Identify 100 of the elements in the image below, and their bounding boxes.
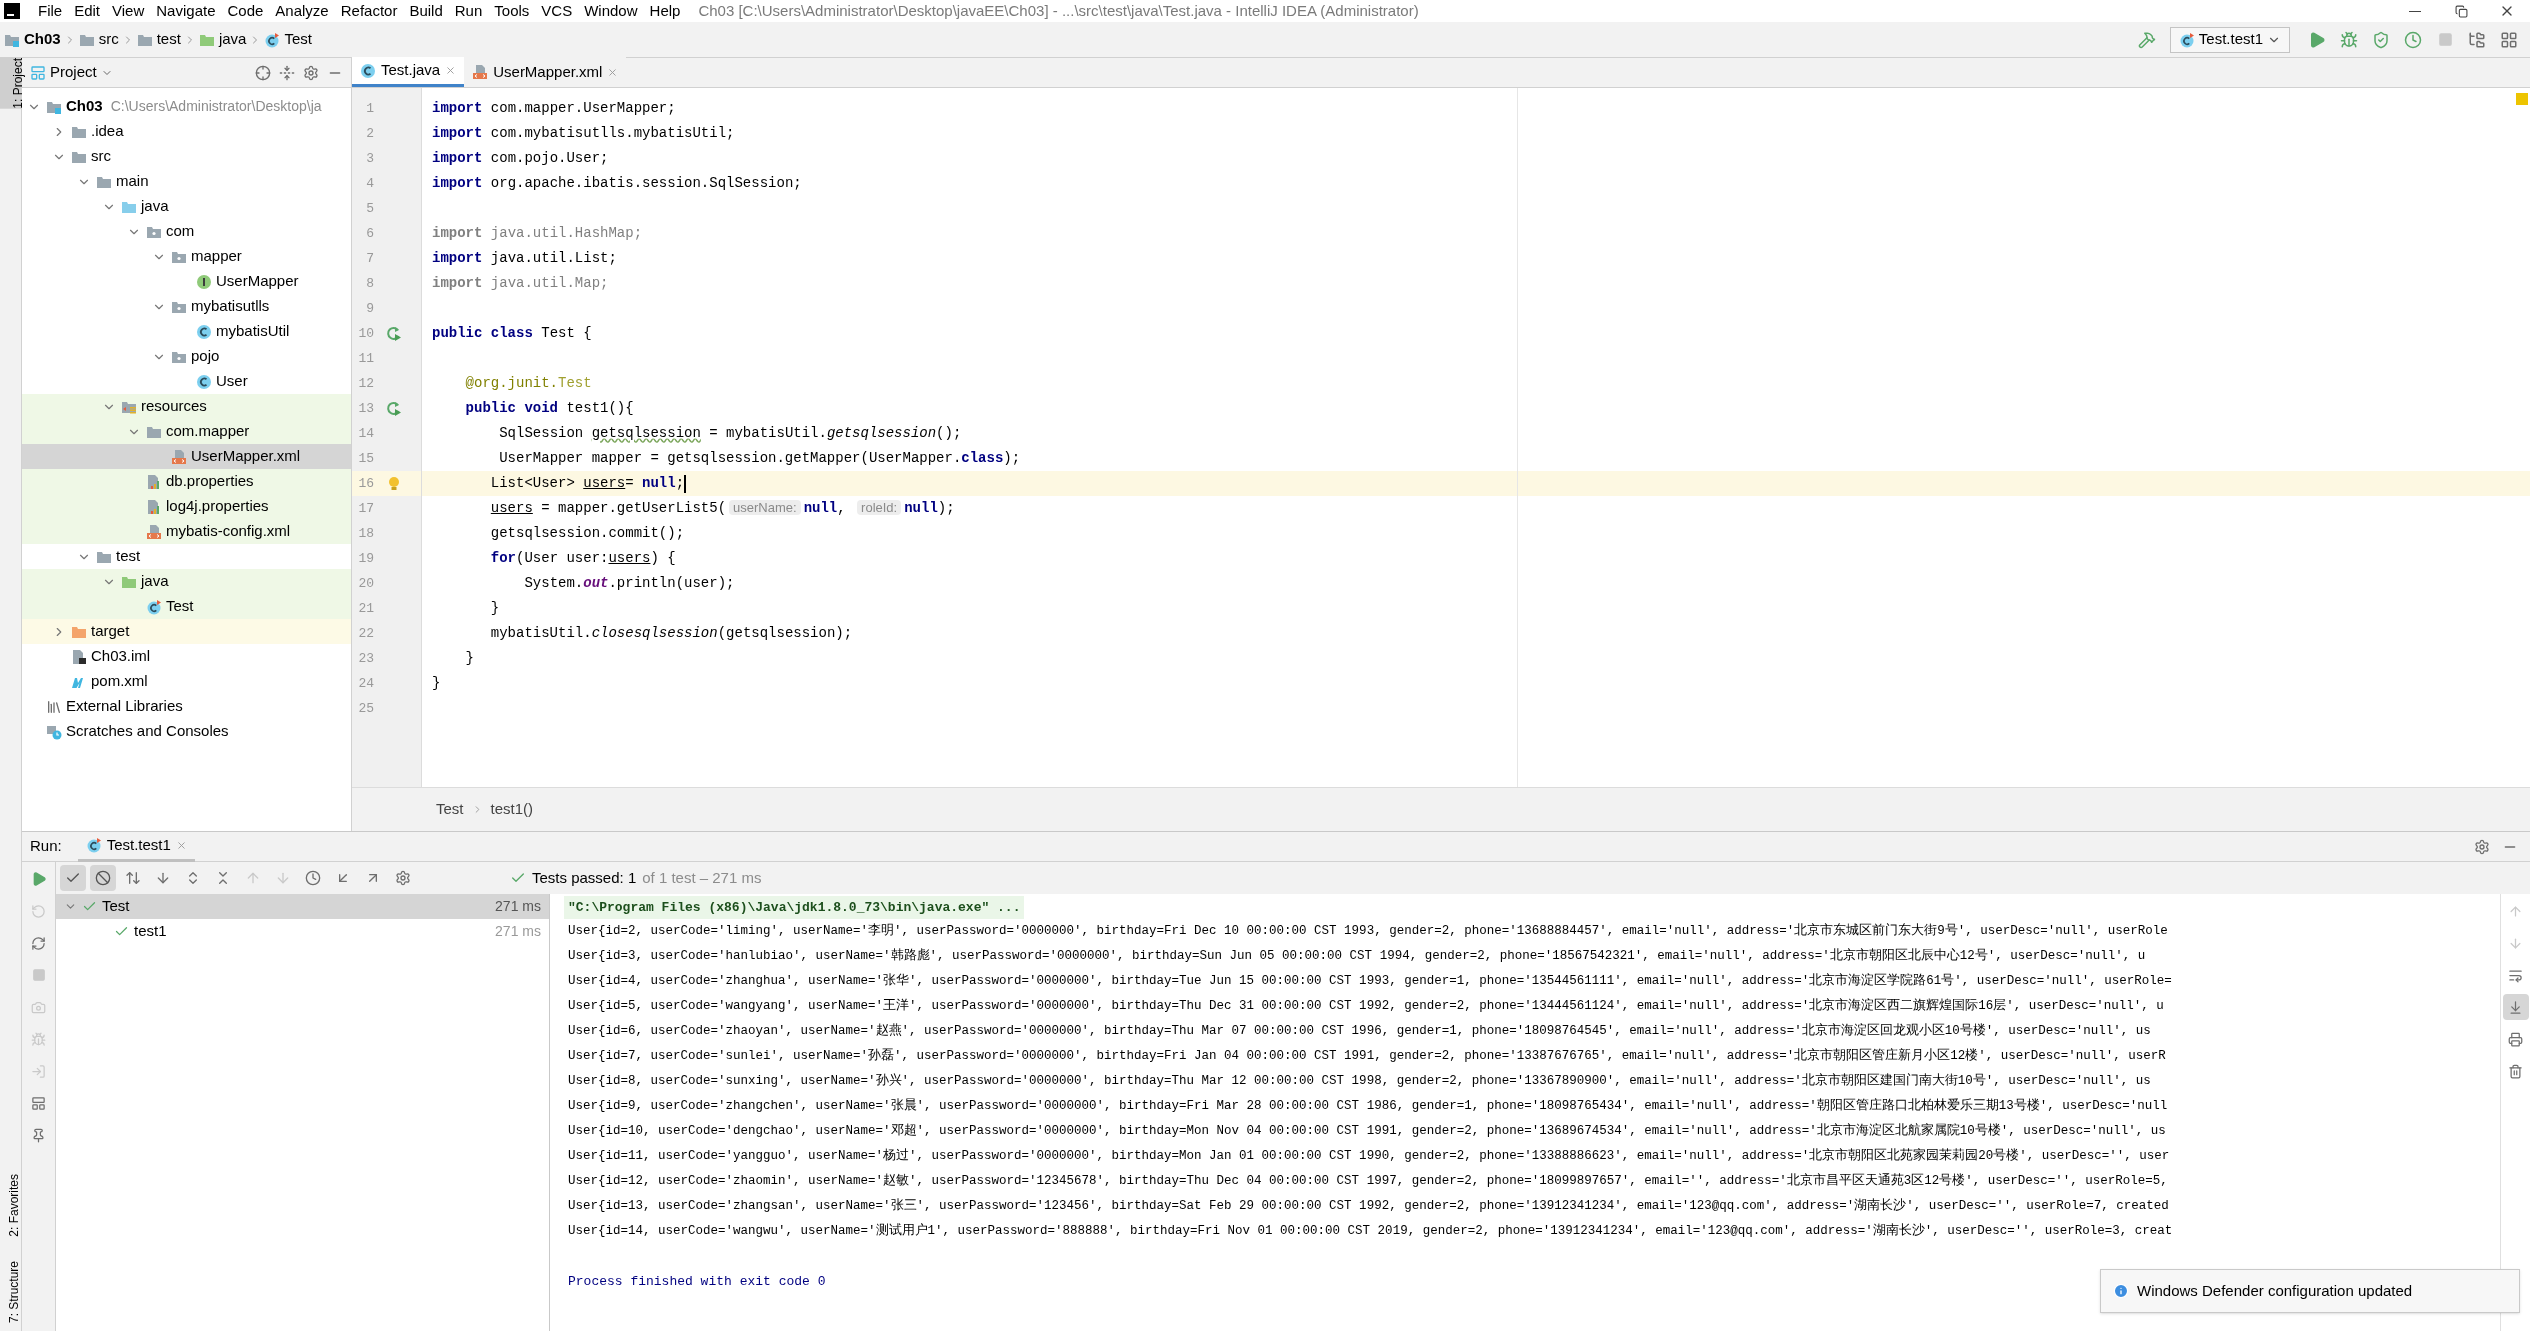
tree-item[interactable]: .idea [22,119,351,144]
editor-tab[interactable]: Test.java [352,57,465,87]
show-ignored-toggle[interactable] [90,865,116,891]
tree-item[interactable]: log4j.properties [22,494,351,519]
settings-icon [395,870,411,886]
tool-window-button[interactable]: 2: Favorites [0,1174,21,1237]
show-passed-toggle[interactable] [60,865,86,891]
lightbulb-icon[interactable] [387,475,401,492]
tree-item[interactable]: mybatis-config.xml [22,519,351,544]
tree-item[interactable]: Test [22,594,351,619]
tree-item[interactable]: pojo [22,344,351,369]
menu-item[interactable]: Run [448,0,489,23]
tree-item[interactable]: java [22,569,351,594]
tree-item[interactable]: main [22,169,351,194]
menu-item[interactable]: Code [221,0,270,23]
project-view-dropdown[interactable]: Project [30,61,113,84]
tree-item[interactable]: User [22,369,351,394]
collapse-all-icon[interactable] [279,64,295,81]
tree-item[interactable]: Scratches and Consoles [22,719,351,744]
breadcrumb[interactable]: src [78,28,119,51]
menu-item[interactable]: File [32,0,69,23]
breadcrumb[interactable]: test1() [490,798,534,821]
breadcrumb[interactable]: Test [264,28,312,51]
test-tree-item[interactable]: Test 271 ms [56,894,549,919]
tree-item[interactable]: resources [22,394,351,419]
tree-item[interactable]: com.mapper [22,419,351,444]
sort-by-duration-icon [155,870,171,886]
tree-item-label: Ch03.iml [91,646,151,667]
project-structure-icon [2468,30,2486,49]
menu-item[interactable]: VCS [535,0,579,23]
xml-file-icon [146,523,162,540]
console-output-line: User{id=12, userCode='zhaomin', userName='赵敏', userPassword='12345678', birthday=Thu Dec 04 00:00:00 CST 1997, gender=2, phone='18099897657', email='', address='北京市昌平区天通苑3区12号楼', userDesc='', userRole=5, [567,1172,2169,1191]
scroll-up-icon [2508,903,2523,919]
tree-item[interactable]: Ch03.iml [22,644,351,669]
line-number: 22 [357,624,374,643]
code-line: } [464,649,474,668]
close-icon[interactable] [445,65,457,76]
tests-status: Tests passed: 1 [532,867,637,888]
tests-status-detail: of 1 test – 271 ms [642,867,762,888]
next-icon [275,870,291,886]
breadcrumb[interactable]: test [136,28,181,51]
line-number: 9 [365,299,374,318]
menu-item[interactable]: Navigate [150,0,222,23]
console-output-line: User{id=4, userCode='zhanghua', userName='张华', userPassword='0000000', birthday=Tue Jun 15 00:00:00 CST 1993, gender=1, phone='13544561111', email='null', address='北京市海淀区学院路61号', userDesc='null', userRole= [567,972,2173,991]
settings-icon[interactable] [303,64,319,81]
tree-item[interactable]: test [22,544,351,569]
menu-item[interactable]: Tools [488,0,536,23]
warning-indicator-icon [2516,93,2528,105]
tree-item[interactable]: target [22,619,351,644]
tree-item[interactable]: mybatisutlls [22,294,351,319]
tree-item[interactable]: src [22,144,351,169]
close-icon[interactable] [607,66,619,78]
xml-file-icon [472,64,489,80]
settings-icon[interactable] [2474,838,2490,855]
tree-item[interactable]: mapper [22,244,351,269]
menu-item[interactable]: View [106,0,151,23]
menu-item[interactable]: Edit [68,0,107,23]
test-class-icon [146,598,162,615]
tree-item[interactable]: UserMapper [22,269,351,294]
tree-item[interactable]: db.properties [22,469,351,494]
build-icon[interactable] [2137,30,2156,49]
code-line: import com.pojo.User; [432,149,609,168]
tree-item-label: .idea [91,121,124,142]
code-line: import org.apache.ibatis.session.SqlSession; [432,174,802,193]
tree-item-label: mybatisUtil [216,321,290,342]
menu-item[interactable]: Analyze [269,0,335,23]
tree-item[interactable]: External Libraries [22,694,351,719]
run-gutter-icon[interactable] [386,400,402,417]
soft-wrap-icon [2508,967,2523,983]
tree-item[interactable]: mybatisUtil [22,319,351,344]
breadcrumb[interactable]: Ch03 [4,28,61,51]
class-icon [196,373,212,390]
line-number: 11 [357,349,374,368]
breadcrumb[interactable]: java [198,28,247,51]
menu-item[interactable]: Build [403,0,449,23]
show-ignored-icon [95,870,111,886]
menu-item[interactable]: Window [578,0,644,23]
tool-window-button[interactable]: 7: Structure [0,1260,21,1323]
tree-item[interactable]: UserMapper.xml [22,444,351,469]
breadcrumb[interactable]: Test [436,798,464,821]
run-config-dropdown[interactable]: Test.test1 [2169,26,2290,53]
tree-item-label: pojo [191,346,220,367]
menu-item[interactable]: Refactor [334,0,404,23]
run-gutter-icon[interactable] [386,325,402,342]
close-icon[interactable] [175,839,187,851]
window-title: Ch03 [C:\Users\Administrator\Desktop\javaEE\Ch03] - ...\src\test\java\Test.java - IntelliJ IDEA (Administrator) [698,0,1419,21]
test-tree-item[interactable]: test1 271 ms [56,919,549,944]
tree-item[interactable]: pom.xml [22,669,351,694]
console-output-line: User{id=6, userCode='zhaoyan', userName='赵燕', userPassword='0000000', birthday=Thu Mar 07 00:00:00 CST 1996, gender=1, phone='18098764545', email='null', address='北京市海淀区回龙观小区10号楼', userDesc='null', us [567,1022,2152,1041]
tree-item[interactable]: Ch03 C:\Users\Administrator\Desktop\ja [22,94,351,119]
tree-item[interactable]: com [22,219,351,244]
history-icon [305,870,321,886]
locate-icon[interactable] [255,64,271,81]
scroll-to-end-button[interactable] [2502,994,2529,1020]
tree-item[interactable]: java [22,194,351,219]
run-label: Run: [30,836,62,857]
coverage-icon [2372,30,2390,49]
menu-item[interactable]: Help [643,0,687,23]
line-number: 18 [357,524,374,543]
console-output-line: User{id=10, userCode='dengchao', userName='邓超', userPassword='0000000', birthday=Mon Nov 04 00:00:00 CST 1991, gender=2, phone='13689674534', email='null', address='北京市海淀区北航家属院10号楼', userDesc='null', us [567,1122,2167,1141]
